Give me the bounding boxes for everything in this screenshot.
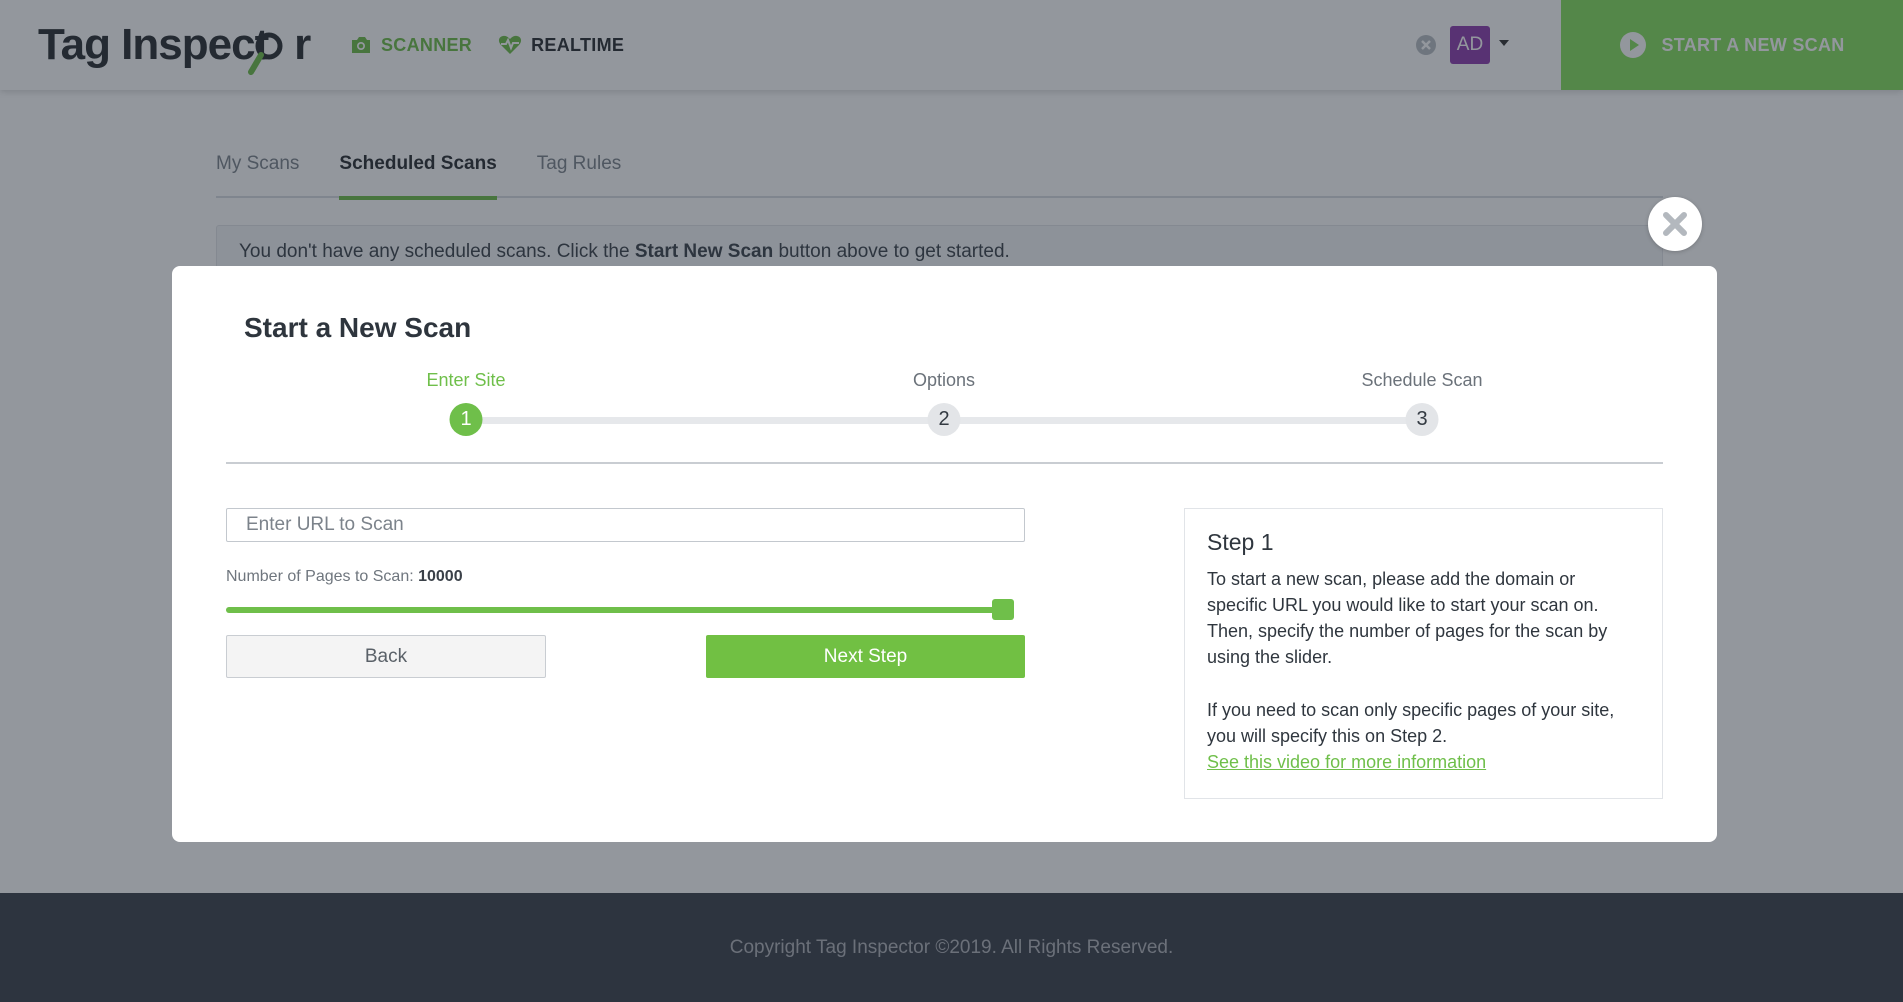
pages-label-text: Number of Pages to Scan: — [226, 568, 419, 585]
step-dot-2[interactable]: 2 — [927, 403, 961, 436]
modal-close-button[interactable] — [1648, 197, 1702, 251]
step-progress: Enter Site Options Schedule Scan 1 2 3 — [172, 366, 1717, 446]
help-video-link[interactable]: See this video for more information — [1207, 749, 1640, 775]
pages-to-scan-label: Number of Pages to Scan: 10000 — [226, 568, 463, 586]
step-dot-3[interactable]: 3 — [1405, 403, 1439, 436]
pages-slider[interactable] — [226, 607, 1003, 613]
step-label-options: Options — [912, 370, 976, 390]
new-scan-modal: Start a New Scan Enter Site Options Sche… — [172, 266, 1717, 842]
help-title: Step 1 — [1207, 529, 1274, 555]
help-paragraph-1: To start a new scan, please add the doma… — [1207, 569, 1608, 667]
close-icon — [1663, 212, 1687, 236]
back-button[interactable]: Back — [226, 635, 546, 678]
slider-handle[interactable] — [992, 599, 1014, 620]
step-label-schedule-scan: Schedule Scan — [1361, 370, 1483, 390]
help-paragraph-2: If you need to scan only specific pages … — [1207, 700, 1615, 746]
step-label-enter-site: Enter Site — [426, 370, 506, 390]
footer-dim — [0, 893, 1903, 1002]
modal-title: Start a New Scan — [244, 312, 472, 343]
step-help-box: Step 1 To start a new scan, please add t… — [1184, 508, 1663, 799]
slider-fill — [226, 607, 1003, 613]
next-step-button[interactable]: Next Step — [706, 635, 1025, 678]
pages-value: 10000 — [418, 568, 463, 585]
divider — [226, 462, 1663, 464]
step-dot-1[interactable]: 1 — [449, 403, 483, 436]
url-input[interactable] — [226, 508, 1025, 542]
